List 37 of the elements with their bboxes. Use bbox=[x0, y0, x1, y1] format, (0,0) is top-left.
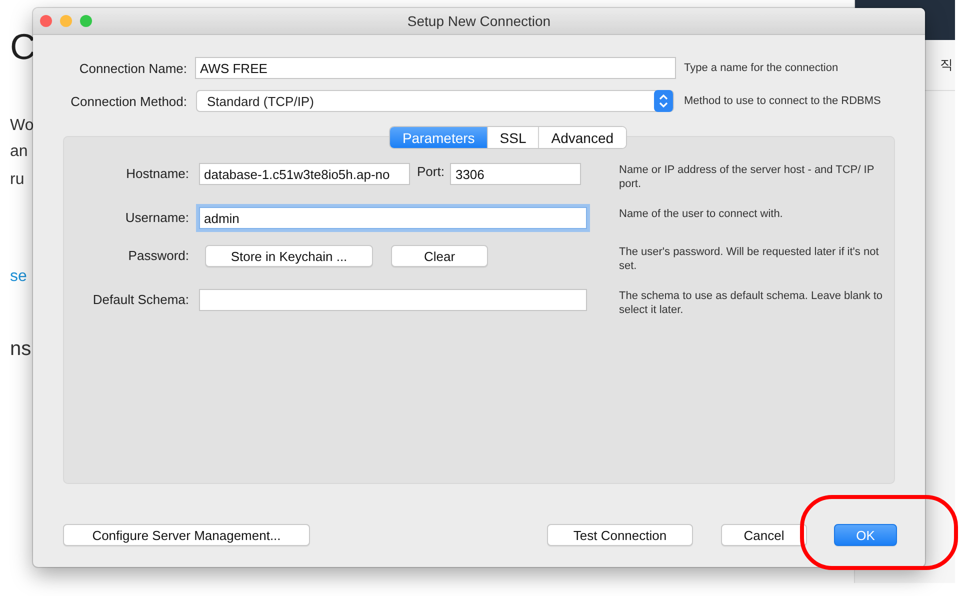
button[interactable]: Clear bbox=[391, 245, 488, 267]
hint-text: Name of the user to connect with. bbox=[619, 207, 784, 221]
field-label: Hostname: bbox=[125, 165, 189, 181]
field-label: Connection Method: bbox=[70, 94, 187, 108]
port-field[interactable]: 3306 bbox=[450, 163, 582, 185]
field-label: Port: bbox=[416, 163, 444, 179]
method-dropdown[interactable]: Standard (TCP/IP) bbox=[196, 90, 674, 112]
hint-text: The schema to use as default schema. Leave blank to select it later. bbox=[619, 289, 884, 317]
window-title: Setup New Connection bbox=[407, 13, 551, 29]
field-label: Password: bbox=[127, 247, 189, 263]
minimize-button[interactable] bbox=[60, 15, 72, 27]
button[interactable]: Store in Keychain ... bbox=[205, 245, 373, 267]
field-label: Username: bbox=[124, 209, 189, 225]
tab[interactable]: Advanced bbox=[538, 127, 626, 148]
text-fragment: an bbox=[10, 142, 29, 162]
close-button[interactable] bbox=[40, 15, 52, 27]
field-label: Connection Name: bbox=[78, 60, 187, 76]
hint-text: The user's password. Will be requested later if it's not set. bbox=[619, 245, 880, 273]
button[interactable]: Cancel bbox=[721, 524, 807, 546]
hint-text: Name or IP address of the server host - and TCP/ IP port. bbox=[619, 163, 875, 191]
text-field[interactable]: database-1.c51w3te8io5h.ap-no bbox=[199, 163, 410, 185]
text-fragment: ru bbox=[10, 170, 26, 190]
text-fragment: C bbox=[10, 25, 33, 69]
hint-text: Method to use to connect to the RDBMS bbox=[684, 94, 882, 108]
hint-text: Type a name for the connection bbox=[684, 61, 840, 75]
button[interactable]: Configure Server Management... bbox=[63, 524, 310, 546]
button[interactable]: Test Connection bbox=[547, 524, 693, 546]
text-field[interactable]: admin bbox=[199, 207, 587, 229]
field-label: Default Schema: bbox=[92, 291, 189, 307]
zoom-button[interactable] bbox=[80, 15, 92, 27]
connection-name-field[interactable]: AWS FREE bbox=[195, 57, 676, 79]
stepper-icon bbox=[654, 90, 673, 112]
link[interactable]: se bbox=[10, 267, 33, 287]
text-fragment: ns bbox=[10, 337, 32, 361]
text-fragment: 직 bbox=[940, 56, 953, 74]
text-fragment: Wo bbox=[10, 116, 33, 136]
text-field[interactable] bbox=[199, 289, 587, 311]
